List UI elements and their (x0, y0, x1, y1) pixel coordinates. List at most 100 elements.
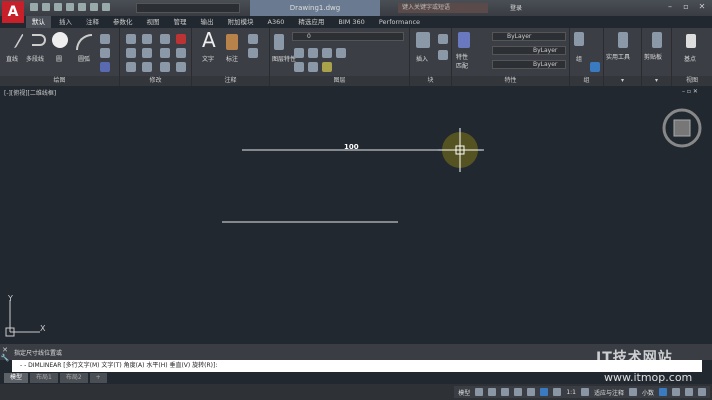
dimension-text[interactable]: 100 (344, 143, 359, 151)
new-icon[interactable] (30, 3, 38, 11)
rectangle-icon[interactable] (100, 34, 110, 44)
base-point-icon[interactable] (686, 34, 696, 48)
tab-bim360[interactable]: BIM 360 (332, 16, 370, 28)
command-line-handle[interactable]: ✕ 🔧 (0, 346, 10, 372)
units-dropdown[interactable]: 小数 (642, 388, 654, 397)
plus-icon[interactable] (628, 388, 637, 396)
linetype-dropdown[interactable]: ByLayer (492, 46, 566, 55)
array-icon[interactable] (160, 62, 170, 72)
lineweight-dropdown[interactable]: ByLayer (492, 60, 566, 69)
drawing-canvas[interactable] (0, 86, 712, 344)
utilities-button[interactable]: 实用工具 (606, 52, 630, 61)
circle-icon[interactable] (52, 32, 68, 48)
layer-properties-icon[interactable] (274, 34, 284, 50)
circle-button[interactable]: 圆 (56, 54, 62, 63)
osnap-icon[interactable] (527, 388, 536, 396)
insert-block-icon[interactable] (416, 32, 430, 48)
annotation-panel-title[interactable]: 注释 (192, 76, 269, 86)
modify-panel-title[interactable]: 修改 (120, 76, 191, 86)
save-as-icon[interactable] (66, 3, 74, 11)
clipboard-panel-title[interactable]: ▾ (642, 76, 671, 86)
hardware-acceleration-icon[interactable] (672, 388, 680, 396)
tab-layout1[interactable]: 布局1 (30, 373, 58, 383)
tab-a360[interactable]: A360 (262, 16, 291, 28)
block-panel-title[interactable]: 块 (410, 76, 451, 86)
stretch-icon[interactable] (126, 62, 136, 72)
viewport-controls[interactable]: [-][俯视][二维线框] (4, 88, 56, 97)
tab-home[interactable]: 默认 (26, 16, 51, 28)
layer-unlock-icon[interactable] (322, 62, 332, 72)
make-current-icon[interactable] (294, 62, 304, 72)
layer-dropdown[interactable]: 0 (292, 32, 404, 41)
redo-icon[interactable] (102, 3, 110, 11)
draw-panel-title[interactable]: 绘图 (0, 76, 119, 86)
dimension-icon[interactable] (226, 34, 238, 50)
erase-icon[interactable] (176, 34, 186, 44)
polar-icon[interactable] (514, 388, 523, 396)
layer-off-icon[interactable] (294, 48, 304, 58)
insert-button[interactable]: 插入 (416, 54, 428, 63)
annotation-scale[interactable]: 1:1 (566, 389, 576, 396)
search-input[interactable]: 键入关键字或短语 (398, 3, 488, 13)
autocad-logo[interactable]: A (2, 1, 24, 23)
layers-panel-title[interactable]: 图层 (270, 76, 409, 86)
line-button[interactable]: 直线 (6, 54, 18, 63)
create-block-icon[interactable] (438, 34, 448, 44)
line-icon[interactable] (3, 34, 25, 48)
tab-output[interactable]: 输出 (195, 16, 220, 28)
undo-icon[interactable] (90, 3, 98, 11)
tab-addins[interactable]: 附加模块 (222, 16, 260, 28)
clipboard-icon[interactable] (652, 32, 662, 48)
polyline-icon[interactable] (32, 34, 46, 46)
leader-icon[interactable] (248, 34, 258, 44)
layer-lock-icon[interactable] (336, 48, 346, 58)
trim-icon[interactable] (160, 34, 170, 44)
viewport-window-controls[interactable]: – ▫ ✕ (682, 88, 698, 95)
view-panel-title[interactable]: 视图 (672, 76, 712, 86)
tab-view[interactable]: 视图 (141, 16, 166, 28)
annotation-visibility-icon[interactable] (553, 388, 562, 396)
clipboard-button[interactable]: 剪贴板 (644, 52, 662, 61)
properties-panel-title[interactable]: 特性 (452, 76, 569, 86)
close-icon[interactable]: ✕ (697, 2, 707, 12)
tab-performance[interactable]: Performance (373, 16, 426, 28)
tab-parametric[interactable]: 参数化 (107, 16, 139, 28)
ortho-icon[interactable] (501, 388, 510, 396)
utilities-panel-title[interactable]: ▾ (604, 76, 641, 86)
group-select-icon[interactable] (590, 62, 600, 72)
rotate-icon[interactable] (142, 34, 152, 44)
text-button[interactable]: 文字 (202, 54, 214, 63)
tab-model[interactable]: 模型 (4, 373, 29, 383)
scale-icon[interactable] (142, 62, 152, 72)
text-icon[interactable]: A (202, 28, 216, 52)
color-dropdown[interactable]: ByLayer (492, 32, 566, 41)
customization-menu-icon[interactable] (698, 388, 706, 396)
dimension-button[interactable]: 标注 (226, 54, 238, 63)
match-properties-button[interactable]: 特性匹配 (456, 52, 472, 70)
gradient-icon[interactable] (100, 62, 110, 72)
tab-featured-apps[interactable]: 精选应用 (292, 16, 330, 28)
snap-icon[interactable] (488, 388, 497, 396)
copy-icon[interactable] (126, 48, 136, 58)
layer-freeze-icon[interactable] (322, 48, 332, 58)
match-properties-icon[interactable] (458, 32, 470, 48)
groups-panel-title[interactable]: 组 (570, 76, 603, 86)
maximize-icon[interactable]: ▫ (681, 2, 691, 12)
workspace-gear-icon[interactable] (580, 388, 589, 396)
hatch-icon[interactable] (100, 48, 110, 58)
move-icon[interactable] (126, 34, 136, 44)
arc-button[interactable]: 圆弧 (78, 54, 90, 63)
add-layout-button[interactable]: + (89, 373, 107, 383)
group-icon[interactable] (574, 32, 584, 46)
sign-in-button[interactable]: 登录 (510, 3, 522, 12)
mirror-icon[interactable] (142, 48, 152, 58)
edit-block-icon[interactable] (438, 50, 448, 60)
save-icon[interactable] (54, 3, 62, 11)
fullscreen-icon[interactable] (685, 388, 693, 396)
offset-icon[interactable] (176, 62, 186, 72)
table-icon[interactable] (248, 48, 258, 58)
match-layer-icon[interactable] (308, 62, 318, 72)
layer-properties-button[interactable]: 图层特性 (272, 54, 296, 63)
grid-icon[interactable] (475, 388, 484, 396)
tab-layout2[interactable]: 布局2 (59, 373, 88, 383)
